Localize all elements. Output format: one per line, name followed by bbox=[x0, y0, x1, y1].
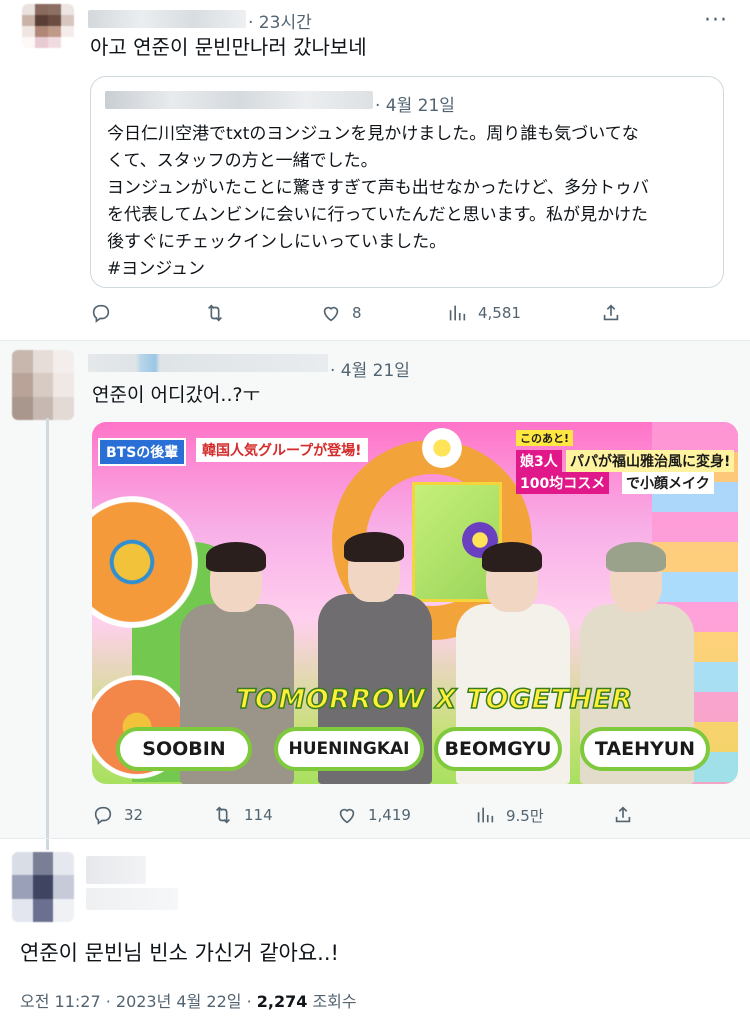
author-name-blurred[interactable] bbox=[88, 354, 328, 372]
tweet-timestamp[interactable]: 오전 11:27 · 2023년 4월 22일 · bbox=[20, 992, 257, 1011]
share-icon bbox=[615, 806, 631, 823]
reply-icon bbox=[92, 304, 110, 323]
quoted-text-line: を代表してムンビンに会いに行っていたんだと思います。私が見かけた bbox=[107, 205, 648, 225]
thread-connector bbox=[46, 418, 49, 850]
retweet-icon bbox=[207, 304, 223, 322]
retweet-count: 114 bbox=[244, 806, 273, 824]
views-icon bbox=[477, 807, 494, 823]
tweet-text: 연준이 어디갔어..?ㅜ bbox=[92, 384, 261, 406]
reply-button[interactable] bbox=[90, 302, 122, 324]
more-icon[interactable]: ··· bbox=[704, 8, 728, 33]
member-name-pill: HUENINGKAI bbox=[274, 727, 424, 771]
share-button[interactable] bbox=[612, 804, 634, 826]
retweet-button[interactable]: 114 bbox=[212, 804, 273, 826]
like-count: 8 bbox=[352, 304, 362, 322]
caption-badge-right: パパが福山雅治風に変身! bbox=[566, 450, 735, 472]
like-button[interactable]: 1,419 bbox=[336, 804, 411, 826]
views-button[interactable]: 9.5만 bbox=[474, 804, 544, 826]
quoted-tweet[interactable]: · 4월 21일 今日仁川空港でtxtのヨンジュンを見かけました。周り誰も気づい… bbox=[90, 76, 724, 288]
tweet-media-image[interactable]: BTSの後輩 韓国人気グループが登場! このあと! 娘3人 パパが福山雅治風に変… bbox=[92, 422, 738, 784]
views-total: 2,274 bbox=[256, 992, 308, 1011]
retweet-icon bbox=[215, 806, 231, 824]
tweet-footer: 오전 11:27 · 2023년 4월 22일 · 2,274 조회수 bbox=[20, 988, 357, 1012]
caption-badge-right: このあと! bbox=[516, 430, 574, 446]
quoted-text-line: 後すぐにチェックインしにいっていました。 bbox=[107, 232, 447, 252]
quoted-hashtag[interactable]: #ヨンジュン bbox=[107, 256, 205, 283]
tweet-time[interactable]: · 4월 21일 bbox=[330, 356, 410, 381]
action-bar: 32 114 1,419 9.5만 bbox=[92, 804, 652, 834]
quoted-text-line: くて、スタッフの方と一緒でした。 bbox=[107, 151, 378, 171]
quoted-text-line: ヨンジュンがいたことに驚きすぎて声も出せなかったけど、多分トゥバ bbox=[107, 178, 649, 198]
tweet-time[interactable]: · 23시간 bbox=[248, 8, 312, 33]
quoted-date: · 4월 21일 bbox=[375, 96, 455, 116]
flower-decoration bbox=[422, 428, 462, 468]
views-label: 조회수 bbox=[307, 992, 357, 1011]
share-icon bbox=[603, 304, 619, 321]
author-name-blurred[interactable] bbox=[86, 856, 146, 884]
views-button[interactable]: 4,581 bbox=[446, 302, 521, 324]
like-icon bbox=[339, 808, 355, 824]
reply-count: 32 bbox=[124, 806, 144, 824]
retweet-button[interactable] bbox=[204, 302, 236, 324]
like-icon bbox=[323, 306, 339, 322]
tweet-3: 연준이 문빈님 빈소 가신거 같아요..! 오전 11:27 · 2023년 4… bbox=[0, 838, 750, 1029]
member-name-pill: BEOMGYU bbox=[434, 727, 562, 771]
quoted-text-line: 今日仁川空港でtxtのヨンジュンを見かけました。周り誰も気づいてな bbox=[107, 124, 639, 144]
reply-icon bbox=[94, 806, 112, 825]
author-handle-blurred[interactable] bbox=[86, 888, 178, 910]
like-button[interactable]: 8 bbox=[320, 302, 362, 324]
like-count: 1,419 bbox=[368, 806, 411, 824]
member-name-pill: TAEHYUN bbox=[580, 727, 710, 771]
share-button[interactable] bbox=[600, 302, 622, 324]
member-name-pill: SOOBIN bbox=[116, 727, 252, 771]
avatar[interactable] bbox=[22, 4, 74, 48]
caption-badge-left: BTSの後輩 bbox=[98, 438, 187, 466]
views-icon bbox=[449, 305, 466, 321]
reply-button[interactable]: 32 bbox=[92, 804, 143, 826]
caption-badge-left: 韓国人気グループが登場! bbox=[196, 438, 368, 462]
tweet-text: 연준이 문빈님 빈소 가신거 같아요..! bbox=[20, 941, 339, 965]
author-name-blurred[interactable] bbox=[88, 10, 246, 28]
avatar[interactable] bbox=[12, 852, 74, 922]
avatar[interactable] bbox=[12, 350, 74, 420]
views-count: 9.5만 bbox=[506, 806, 544, 825]
caption-badge-right: 娘3人 bbox=[516, 450, 562, 472]
action-bar: 8 4,581 bbox=[90, 302, 650, 332]
group-name-caption: TOMORROW X TOGETHER bbox=[235, 683, 633, 716]
tweet-1: · 23시간 ··· 아고 연준이 문빈만나러 갔나보네 · 4월 21일 今日… bbox=[0, 0, 750, 340]
quoted-author-blurred bbox=[105, 91, 373, 109]
views-count: 4,581 bbox=[478, 304, 521, 322]
tweet-text: 아고 연준이 문빈만나러 갔나보네 bbox=[90, 35, 367, 59]
